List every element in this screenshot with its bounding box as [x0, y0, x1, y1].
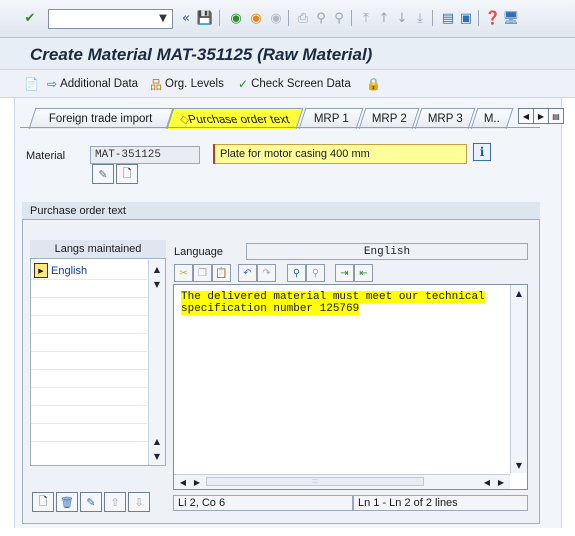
tab-label: MRP 3: [427, 113, 463, 125]
additional-data-button[interactable]: ⇨ Additional Data: [47, 76, 138, 92]
tab-scroll-right-icon[interactable]: ▶: [533, 108, 549, 124]
find-next-icon[interactable]: ⚲: [331, 10, 347, 26]
enter-icon[interactable]: ✔: [22, 10, 38, 26]
export-icon[interactable]: ⇤: [354, 264, 373, 282]
other-material-button[interactable]: 📄: [24, 76, 39, 92]
scroll-down-icon[interactable]: ▼: [150, 278, 164, 290]
print-icon[interactable]: ⎙: [295, 10, 311, 26]
tab-label: Purchase order text: [187, 114, 292, 126]
next-page-icon[interactable]: ↓: [394, 10, 410, 26]
help-icon[interactable]: ❓: [485, 10, 501, 26]
cursor-position-status: Li 2, Co 6: [173, 495, 353, 511]
save-icon[interactable]: 💾: [197, 10, 213, 26]
delete-icon[interactable]: 🗑: [56, 492, 78, 512]
language-label: Language: [174, 246, 223, 258]
row-selector-icon[interactable]: ▶: [34, 263, 48, 278]
text-line-1[interactable]: The delivered material must meet our tec…: [181, 291, 485, 303]
text-line-2[interactable]: specification number 125769: [181, 303, 360, 315]
info-icon[interactable]: i: [473, 143, 491, 161]
scroll-up-icon[interactable]: ▲: [150, 263, 164, 275]
lock-button[interactable]: 🔒: [366, 76, 381, 92]
tab-foreign-trade-import[interactable]: Foreign trade import: [28, 108, 174, 129]
line-count-status: Ln 1 - Ln 2 of 2 lines: [353, 495, 528, 511]
tab-strip-line: [20, 127, 540, 128]
scroll-up-icon[interactable]: ▲: [150, 435, 164, 447]
additional-data-label: Additional Data: [60, 78, 139, 90]
scroll-left-icon[interactable]: ◀: [480, 476, 494, 488]
material-description-field[interactable]: Plate for motor casing 400 mm: [213, 144, 467, 164]
arrow-right-icon: ⇨: [47, 77, 58, 91]
org-hierarchy-icon: 品: [150, 77, 163, 92]
langs-table-header: Langs maintained: [30, 240, 166, 259]
tab-more[interactable]: M..: [470, 108, 514, 129]
paste-icon[interactable]: 📋: [212, 264, 231, 282]
prev-page-icon[interactable]: ↑: [376, 10, 392, 26]
org-levels-label: Org. Levels: [165, 78, 224, 90]
list-item[interactable]: ▶ English: [30, 262, 148, 279]
back-icon[interactable]: ◉: [228, 10, 244, 26]
tab-list-icon[interactable]: ▤: [548, 108, 564, 124]
page-title: Create Material MAT-351125 (Raw Material…: [30, 45, 373, 64]
command-field[interactable]: [48, 9, 173, 29]
first-page-icon[interactable]: ⤒: [358, 10, 374, 26]
scroll-left-icon[interactable]: ◀: [176, 476, 190, 488]
edit-description-icon[interactable]: ✎: [92, 164, 114, 184]
new-document-icon[interactable]: 🗋: [116, 164, 138, 184]
redo-icon[interactable]: ↷: [257, 264, 276, 282]
org-levels-button[interactable]: 品 Org. Levels: [150, 76, 224, 92]
customize-layout-icon[interactable]: 🖥: [503, 10, 520, 26]
scroll-right-icon[interactable]: ▶: [190, 476, 204, 488]
tab-label: MRP 1: [313, 113, 349, 125]
scroll-right-icon[interactable]: ▶: [494, 476, 508, 488]
shortcut-icon[interactable]: ▣: [458, 10, 474, 26]
lang-english: English: [51, 264, 88, 277]
new-session-icon[interactable]: ▤: [440, 10, 456, 26]
editor-vertical-scrollbar[interactable]: [510, 285, 527, 473]
undo-icon[interactable]: ↶: [238, 264, 257, 282]
last-page-icon[interactable]: ⤓: [412, 10, 428, 26]
copy-icon[interactable]: ❐: [193, 264, 212, 282]
tab-purchase-order-text[interactable]: ◇ Purchase order text: [166, 108, 304, 129]
cancel-icon[interactable]: ◉: [268, 10, 284, 26]
lock-icon: 🔒: [366, 77, 381, 91]
import-icon[interactable]: ⇥: [335, 264, 354, 282]
document-icon: 📄: [24, 77, 39, 91]
scroll-thumb[interactable]: :::: [206, 477, 424, 486]
material-label: Material: [26, 150, 66, 162]
tab-mrp-1[interactable]: MRP 1: [298, 108, 364, 129]
find-next-text-icon[interactable]: ⚲: [306, 264, 325, 282]
tab-mrp-2[interactable]: MRP 2: [358, 108, 420, 129]
edit-icon[interactable]: ✎: [80, 492, 102, 512]
check-icon: ✓: [238, 77, 249, 91]
tab-label: M..: [483, 113, 500, 125]
tab-label: Foreign trade import: [49, 113, 153, 125]
tab-label: MRP 2: [371, 113, 407, 125]
cut-icon[interactable]: ✂: [174, 264, 193, 282]
new-text-icon[interactable]: 🗋: [32, 492, 54, 512]
check-screen-data-label: Check Screen Data: [251, 78, 351, 90]
command-history-dropdown-icon[interactable]: ▼: [156, 10, 170, 27]
scroll-down-icon[interactable]: ▼: [512, 459, 526, 471]
find-icon[interactable]: ⚲: [313, 10, 329, 26]
upload-icon[interactable]: ⇧: [104, 492, 126, 512]
check-screen-data-button[interactable]: ✓ Check Screen Data: [238, 76, 351, 92]
group-title: Purchase order text: [30, 205, 126, 217]
scroll-down-icon[interactable]: ▼: [150, 450, 164, 462]
scroll-up-icon[interactable]: ▲: [512, 287, 526, 299]
tab-mrp-3[interactable]: MRP 3: [414, 108, 476, 129]
download-icon[interactable]: ⇩: [128, 492, 150, 512]
tab-scroll-left-icon[interactable]: ◀: [518, 108, 534, 124]
find-text-icon[interactable]: ⚲: [287, 264, 306, 282]
exit-icon[interactable]: ◉: [248, 10, 264, 26]
language-field: English: [246, 243, 528, 260]
material-number-field: MAT-351125: [90, 146, 200, 164]
history-back-icon[interactable]: «: [178, 10, 194, 26]
